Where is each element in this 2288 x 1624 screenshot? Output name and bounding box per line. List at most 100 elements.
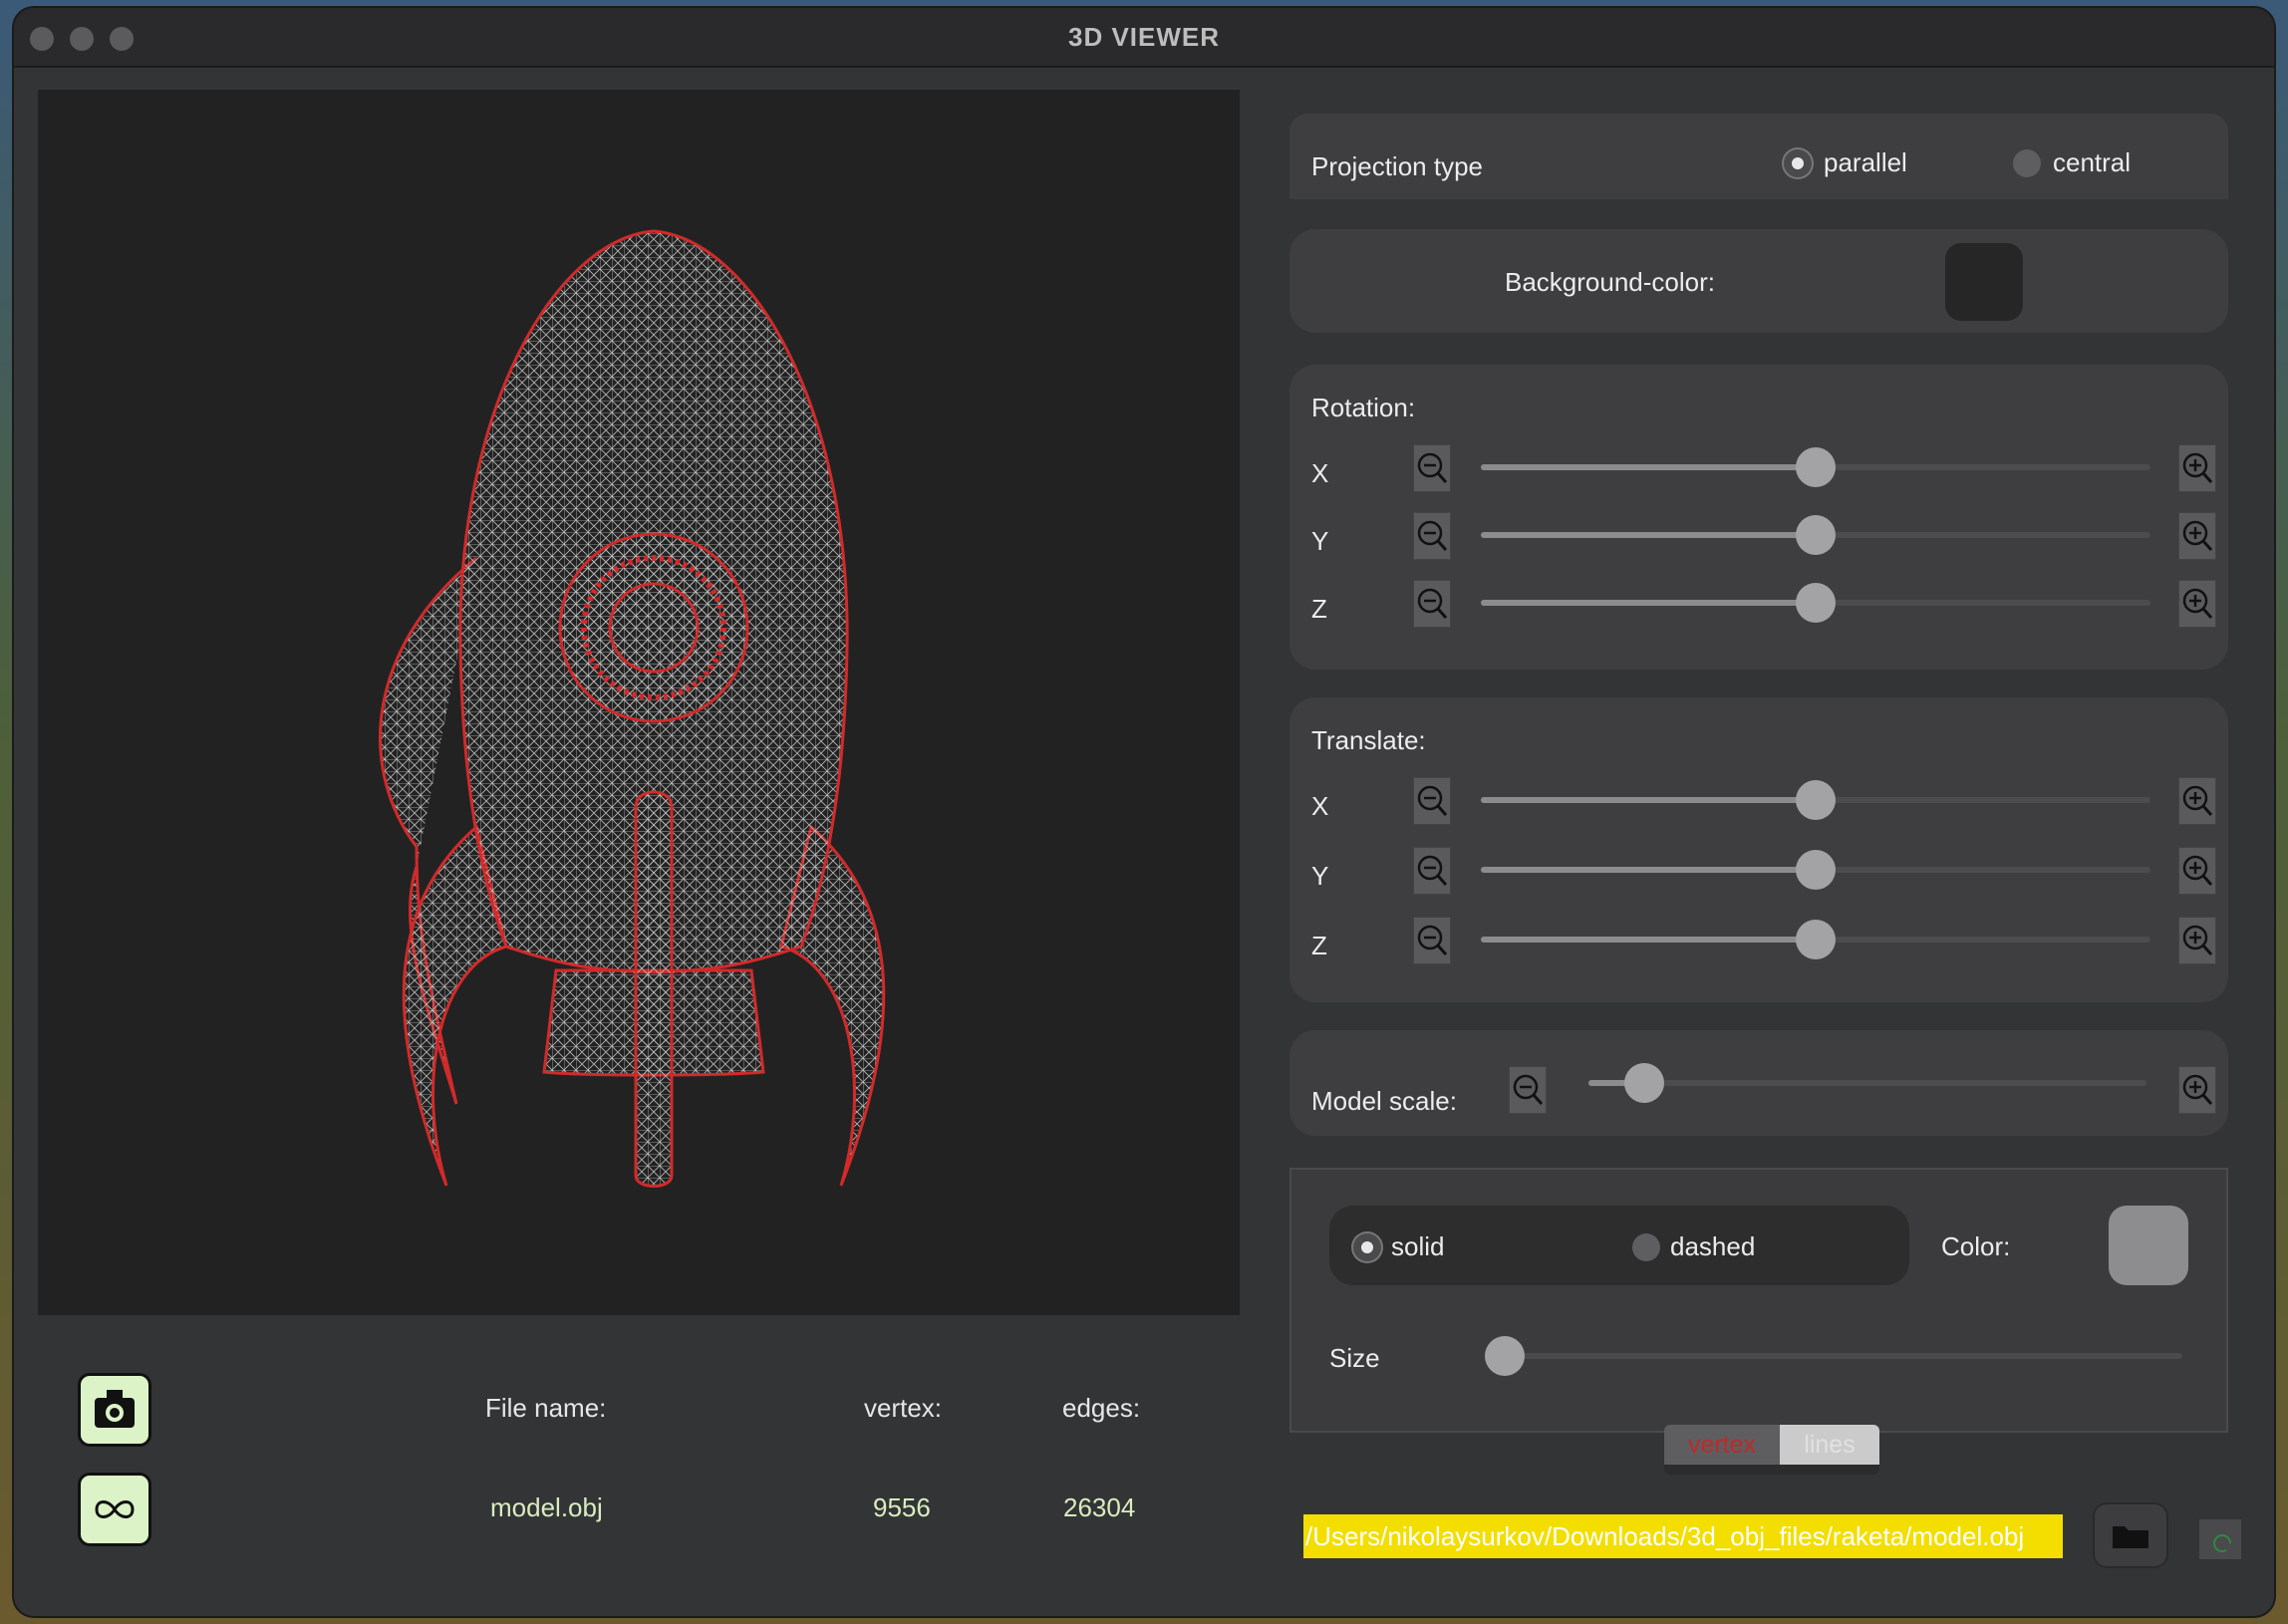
translate-panel: Translate: X Y Z xyxy=(1289,697,2228,1002)
translate-x-slider[interactable] xyxy=(1481,780,2150,820)
translate-z-decrease-button[interactable] xyxy=(1413,917,1451,964)
tab-lines[interactable]: lines xyxy=(1780,1425,1879,1465)
title-bar: 3D VIEWER xyxy=(14,8,2274,68)
zoom-out-icon xyxy=(1417,588,1448,619)
zoom-in-icon xyxy=(2182,925,2213,955)
translate-y-increase-button[interactable] xyxy=(2178,847,2216,895)
tab-vertex[interactable]: vertex xyxy=(1664,1425,1780,1465)
translate-x-slider-fill xyxy=(1481,797,1816,803)
translate-z-slider[interactable] xyxy=(1481,920,2150,959)
translate-title: Translate: xyxy=(1311,725,1426,755)
radio-solid[interactable] xyxy=(1353,1233,1381,1261)
file-name-value: model.obj xyxy=(490,1492,603,1522)
translate-y-label: Y xyxy=(1311,861,1329,891)
background-color-label: Background-color: xyxy=(1505,267,1715,297)
zoom-in-icon xyxy=(2182,588,2213,619)
draw-settings-panel: solid dashed Color: Size xyxy=(1289,1168,2228,1433)
rotation-z-slider-handle[interactable] xyxy=(1796,583,1836,623)
infinity-icon xyxy=(95,1500,135,1518)
rotation-y-label: Y xyxy=(1311,526,1329,556)
translate-z-slider-fill xyxy=(1481,937,1816,943)
rotation-y-slider-fill xyxy=(1481,532,1816,538)
rotation-x-label: X xyxy=(1311,458,1329,488)
folder-icon xyxy=(2113,1526,2148,1548)
solid-label: solid xyxy=(1391,1231,1445,1261)
parallel-label: parallel xyxy=(1824,147,1907,177)
radio-parallel[interactable] xyxy=(1784,149,1812,177)
background-color-swatch[interactable] xyxy=(1945,243,2023,321)
translate-y-slider[interactable] xyxy=(1481,850,2150,890)
rotation-x-slider[interactable] xyxy=(1481,447,2150,487)
zoom-in-icon xyxy=(2182,452,2213,483)
central-label: central xyxy=(2053,147,2132,177)
mode-tabs: vertex lines xyxy=(1664,1425,1879,1475)
rotation-x-decrease-button[interactable] xyxy=(1413,444,1451,492)
open-file-button[interactable] xyxy=(2093,1502,2168,1568)
translate-z-label: Z xyxy=(1311,931,1327,960)
zoom-out-icon xyxy=(1417,925,1448,955)
line-style-group: solid dashed xyxy=(1329,1206,1909,1285)
scale-slider-handle[interactable] xyxy=(1624,1063,1664,1103)
line-color-swatch[interactable] xyxy=(2109,1206,2188,1285)
scale-increase-button[interactable] xyxy=(2178,1066,2216,1114)
rotation-x-increase-button[interactable] xyxy=(2178,444,2216,492)
record-gif-button[interactable] xyxy=(78,1473,151,1546)
rotation-z-increase-button[interactable] xyxy=(2178,580,2216,628)
background-color-panel: Background-color: xyxy=(1289,229,2228,333)
scale-label: Model scale: xyxy=(1311,1086,1457,1116)
rotation-y-slider-handle[interactable] xyxy=(1796,515,1836,555)
app-window: 3D VIEWER File name: vertex: edges: mode… xyxy=(14,8,2274,1616)
dashed-label: dashed xyxy=(1670,1231,1756,1261)
projection-label: Projection type xyxy=(1311,151,1483,181)
size-slider[interactable] xyxy=(1485,1336,2182,1376)
model-viewport[interactable] xyxy=(38,90,1240,1315)
rotation-title: Rotation: xyxy=(1311,393,1416,422)
file-path-field[interactable]: /Users/nikolaysurkov/Downloads/3d_obj_fi… xyxy=(1303,1514,2063,1558)
rotation-y-increase-button[interactable] xyxy=(2178,512,2216,560)
vertex-label: vertex: xyxy=(864,1393,943,1423)
scale-decrease-button[interactable] xyxy=(1509,1066,1547,1114)
rotation-y-decrease-button[interactable] xyxy=(1413,512,1451,560)
translate-z-increase-button[interactable] xyxy=(2178,917,2216,964)
translate-y-slider-handle[interactable] xyxy=(1796,850,1836,890)
zoom-out-icon xyxy=(1417,785,1448,816)
translate-y-slider-fill xyxy=(1481,867,1816,873)
size-slider-handle[interactable] xyxy=(1485,1336,1525,1376)
vertex-count: 9556 xyxy=(873,1492,931,1522)
zoom-out-icon xyxy=(1417,520,1448,551)
rocket-wireframe xyxy=(379,229,886,1188)
rotation-panel: Rotation: X Y Z xyxy=(1289,365,2228,670)
translate-y-decrease-button[interactable] xyxy=(1413,847,1451,895)
translate-x-increase-button[interactable] xyxy=(2178,777,2216,825)
translate-z-slider-handle[interactable] xyxy=(1796,920,1836,959)
refresh-icon xyxy=(2213,1534,2231,1553)
translate-x-decrease-button[interactable] xyxy=(1413,777,1451,825)
zoom-out-icon xyxy=(1417,452,1448,483)
rotation-y-slider[interactable] xyxy=(1481,515,2150,555)
radio-dashed[interactable] xyxy=(1632,1233,1660,1261)
rotation-x-slider-handle[interactable] xyxy=(1796,447,1836,487)
projection-panel: Projection type parallel central xyxy=(1289,114,2228,199)
rotation-z-slider-fill xyxy=(1481,600,1816,606)
reset-button[interactable] xyxy=(2198,1518,2242,1560)
camera-icon xyxy=(95,1390,135,1428)
file-name-label: File name: xyxy=(485,1393,607,1423)
size-label: Size xyxy=(1329,1343,1380,1373)
color-label: Color: xyxy=(1941,1231,2011,1261)
screenshot-button[interactable] xyxy=(78,1373,151,1447)
rotation-z-slider[interactable] xyxy=(1481,583,2150,623)
zoom-in-icon xyxy=(2182,785,2213,816)
zoom-in-icon xyxy=(2182,520,2213,551)
edges-label: edges: xyxy=(1062,1393,1141,1423)
zoom-in-icon xyxy=(2182,855,2213,886)
radio-central[interactable] xyxy=(2013,149,2041,177)
translate-x-label: X xyxy=(1311,791,1329,821)
zoom-out-icon xyxy=(1417,855,1448,886)
rotation-z-label: Z xyxy=(1311,594,1327,624)
translate-x-slider-handle[interactable] xyxy=(1796,780,1836,820)
scale-panel: Model scale: xyxy=(1289,1030,2228,1136)
scale-slider[interactable] xyxy=(1588,1063,2146,1103)
rotation-z-decrease-button[interactable] xyxy=(1413,580,1451,628)
edges-count: 26304 xyxy=(1063,1492,1136,1522)
zoom-out-icon xyxy=(1513,1074,1544,1105)
